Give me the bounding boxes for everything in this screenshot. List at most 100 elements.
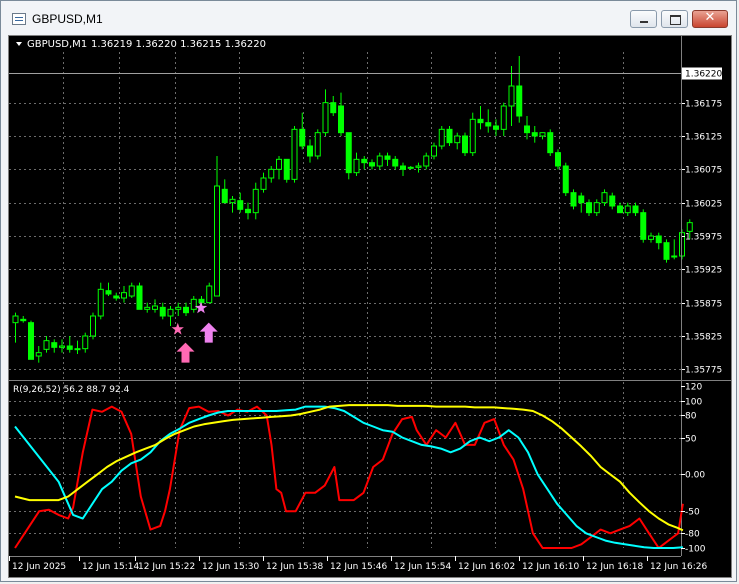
minimize-button[interactable]: [630, 10, 657, 28]
candle-body-bull: [121, 292, 127, 299]
oscillator-label: R(9,26,52) 56.2 88.7 92.4: [13, 385, 130, 395]
candle-body-bull: [144, 306, 151, 310]
candle-body-bear: [198, 298, 205, 304]
candle-body-bear: [516, 85, 523, 117]
candle-body-bull: [624, 205, 631, 214]
signal-up-arrow-icon: [176, 342, 195, 363]
candle-body-bear: [307, 145, 313, 157]
candle-body-bear: [609, 195, 616, 207]
chart-area[interactable]: GBPUSD,M1 1.36219 1.36220 1.36215 1.3622…: [8, 35, 732, 578]
candle-body-bear: [113, 295, 120, 299]
candle-body-bear: [485, 122, 492, 127]
close-button[interactable]: ✕: [692, 10, 728, 28]
time-tick-label: 12 Jun 2025: [12, 562, 66, 572]
candle-body-bear: [531, 132, 538, 137]
candle-body-bull: [376, 155, 383, 167]
price-tick-label: 1.35875: [685, 300, 722, 310]
candle-body-bear: [283, 158, 290, 180]
price-axis: 1.36175 1.36125 1.36075 1.36025 1.35975 1.359…: [681, 100, 722, 376]
current-price-label: 1.36220: [685, 70, 722, 80]
candle-body-bull: [314, 132, 321, 157]
candle-body-bear: [245, 208, 251, 214]
candle-body-bull: [431, 145, 437, 157]
time-tick-label: 12 Jun 16:26: [650, 562, 707, 572]
osc-tick-label: 50: [685, 435, 697, 445]
candle-body-bull: [252, 188, 259, 214]
candle-body-bear: [20, 318, 27, 322]
candle-body-bear: [51, 342, 58, 348]
candle-body-bull: [539, 132, 546, 137]
candle-body-bull: [74, 348, 81, 351]
time-tick-label: 12 Jun 15:30: [202, 562, 259, 572]
price-tick-label: 1.36175: [685, 100, 722, 110]
time-axis: 12 Jun 2025 12 Jun 15:1412 Jun 15:22 12 Ju…: [9, 556, 707, 572]
candle-body-bull: [90, 315, 96, 337]
candle-body-bear: [562, 165, 569, 194]
candle-body-bull: [291, 128, 298, 180]
candle-body-bear: [361, 158, 368, 164]
title-bar[interactable]: GBPUSD,M1 ✕: [1, 1, 738, 35]
candle-body-bear: [392, 158, 399, 167]
price-tick-label: 1.35825: [685, 333, 722, 343]
candle-body-bear: [617, 205, 623, 214]
candle-body-bull: [415, 165, 422, 168]
candle-body-bull: [593, 202, 600, 214]
chart-canvas[interactable]: GBPUSD,M1 1.36219 1.36220 1.36215 1.3622…: [9, 36, 731, 577]
candle-body-bull: [175, 306, 182, 310]
candle-body-bear: [477, 118, 484, 124]
candles: [12, 56, 693, 363]
candle-body-bull: [438, 128, 445, 147]
candle-body-bull: [648, 235, 654, 240]
candle-body-bear: [400, 165, 406, 170]
osc-tick-label: -100: [685, 545, 706, 555]
candle-body-bull: [322, 102, 329, 134]
candle-body-bull: [260, 177, 267, 190]
candle-body-bull: [601, 192, 608, 204]
candle-body-bull: [152, 305, 158, 310]
candle-body-bear: [330, 102, 337, 114]
candle-body-bear: [237, 200, 244, 210]
candle-body-bear: [555, 152, 561, 167]
candle-body-bull: [268, 168, 275, 179]
candle-body-bull: [500, 105, 507, 130]
terminal-window: GBPUSD,M1 ✕ GBPUSD,M1 1.36219 1.36220 1.…: [0, 0, 737, 582]
candle-body-bull: [353, 158, 360, 174]
time-tick-label: 12 Jun 16:10: [522, 562, 579, 572]
candle-body-bull: [82, 335, 89, 350]
price-tick-label: 1.35925: [685, 266, 722, 276]
window-title: GBPUSD,M1: [32, 12, 103, 26]
ohlc-label: 1.36219 1.36220 1.36215 1.36220: [91, 39, 266, 50]
chart-window-icon: [12, 13, 26, 25]
symbol-dropdown-icon[interactable]: [16, 42, 22, 46]
candle-body-bull: [686, 222, 693, 232]
osc-tick-label: -50: [685, 508, 700, 518]
osc-tick-label: 80: [685, 412, 697, 422]
osc-tick-label: -80: [685, 530, 700, 540]
osc-line-mid: [14, 405, 683, 549]
candle-body-bear: [446, 128, 453, 144]
candle-body-bull: [35, 352, 42, 357]
maximize-button[interactable]: [661, 10, 688, 28]
candle-body-bear: [663, 242, 670, 260]
candle-body-bull: [469, 118, 476, 154]
time-tick-label: 12 Jun 15:38: [266, 562, 323, 572]
candle-body-bull: [276, 158, 282, 170]
candle-body-bear: [66, 345, 73, 350]
price-tick-label: 1.36075: [685, 166, 722, 176]
candle-body-bear: [338, 105, 344, 134]
signal-star-icon: [171, 322, 184, 335]
candle-body-bear: [299, 128, 306, 147]
candle-body-bull: [97, 288, 104, 317]
oscillator-axis: 120 100 80 50 0.00 -50 -80 -100: [681, 383, 706, 555]
osc-tick-label: 100: [685, 398, 702, 408]
candle-body-bull: [190, 298, 197, 310]
candle-body-bull: [59, 345, 65, 348]
close-icon: ✕: [704, 10, 716, 25]
candle-body-bull: [206, 285, 213, 304]
candle-body-bear: [384, 155, 391, 160]
time-tick-label: 12 Jun 15:46: [330, 562, 387, 572]
time-tick-label: 12 Jun 16:02: [458, 562, 515, 572]
price-tick-label: 1.35975: [685, 233, 722, 243]
price-tick-label: 1.35775: [685, 366, 722, 376]
candle-body-bear: [369, 162, 375, 167]
